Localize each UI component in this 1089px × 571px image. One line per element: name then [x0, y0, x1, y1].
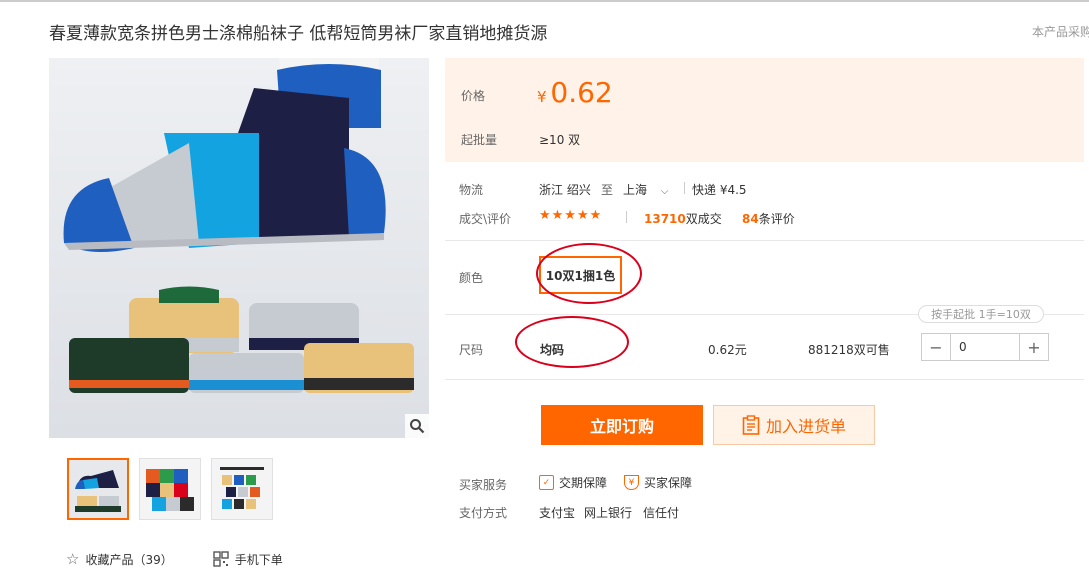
rating-stars-icon: ★★★★★ [539, 208, 603, 223]
quantity-input[interactable] [950, 334, 1020, 360]
delivery-guarantee-label: 交期保障 [559, 476, 608, 490]
currency-symbol: ¥ [537, 88, 547, 106]
ship-to-select[interactable]: 上海 ⌵ [623, 181, 668, 198]
logistics-label: 物流 [459, 183, 484, 197]
review-count-link[interactable]: 84条评价 [742, 210, 795, 227]
main-product-image[interactable] [49, 58, 429, 438]
deals-label: 成交\评价 [459, 212, 512, 226]
services-label: 买家服务 [459, 478, 508, 492]
top-divider [0, 0, 1089, 2]
product-title: 春夏薄款宽条拼色男士涤棉船袜子 低帮短筒男袜厂家直销地摊货源 [49, 24, 548, 44]
separator [626, 211, 627, 223]
payment-credit: 信任付 [643, 506, 680, 520]
divider [445, 240, 1084, 241]
add-to-cart-label: 加入进货单 [765, 417, 846, 436]
delivery-guarantee-icon: ✓ [539, 475, 554, 490]
quantity-stepper: − + [921, 333, 1049, 361]
chevron-down-icon: ⌵ [660, 186, 669, 197]
favorite-label: 收藏产品（39） [85, 552, 173, 567]
sock-photo [49, 58, 429, 438]
increase-button[interactable]: + [1020, 334, 1048, 360]
sold-count: 13710 [644, 212, 686, 226]
buy-now-button[interactable]: 立即订购 [541, 405, 703, 445]
moq-label: 起批量 [461, 133, 498, 147]
buyer-protection[interactable]: ¥ 买家保障 [624, 474, 692, 491]
magnifier-icon [410, 419, 425, 434]
annotation-circle [515, 316, 629, 368]
thumbnail-strip [67, 458, 273, 520]
moq-value: ≥10 双 [539, 133, 581, 147]
size-stock: 881218双可售 [808, 343, 890, 357]
annotation-circle [536, 243, 642, 304]
thumbnail-image [140, 459, 200, 519]
favorite-button[interactable]: ☆ 收藏产品（39） [66, 550, 173, 568]
price-value: ¥ 0.62 [537, 76, 613, 109]
separator [684, 182, 685, 194]
payment-online-bank: 网上银行 [584, 506, 633, 520]
payment-alipay: 支付宝 [539, 506, 576, 520]
thumbnail-1[interactable] [67, 458, 129, 520]
size-label: 尺码 [459, 343, 484, 357]
decrease-button[interactable]: − [922, 334, 950, 360]
ship-to-word: 至 [601, 183, 614, 197]
delivery-guarantee[interactable]: ✓ 交期保障 [539, 474, 607, 491]
zoom-button[interactable] [405, 414, 429, 438]
qr-code-icon [213, 551, 229, 567]
review-unit: 条评价 [758, 212, 795, 226]
size-price: 0.62元 [708, 343, 747, 357]
mobile-order-label: 手机下单 [234, 552, 283, 567]
thumbnail-2[interactable] [139, 458, 201, 520]
payment-label: 支付方式 [459, 506, 508, 520]
mobile-order-button[interactable]: 手机下单 [213, 550, 283, 568]
report-link[interactable]: 本产品采购 [1032, 23, 1089, 40]
sold-count-link[interactable]: 13710双成交 [644, 210, 722, 227]
star-outline-icon: ☆ [66, 550, 80, 568]
thumbnail-image [69, 460, 127, 518]
review-count: 84 [742, 212, 759, 226]
divider [445, 379, 1084, 380]
buyer-protection-label: 买家保障 [644, 476, 693, 490]
ship-to-value: 上海 [623, 183, 648, 197]
shield-icon: ¥ [624, 475, 639, 490]
color-label: 颜色 [459, 271, 484, 285]
shipping-fee: 快递 ¥4.5 [692, 183, 747, 197]
thumbnail-image [212, 459, 272, 519]
price-label: 价格 [461, 89, 486, 103]
ship-from: 浙江 绍兴 [539, 183, 591, 197]
sold-unit: 双成交 [685, 212, 722, 226]
price-number: 0.62 [550, 76, 613, 109]
add-to-cart-button[interactable]: 加入进货单 [713, 405, 875, 445]
thumbnail-3[interactable] [211, 458, 273, 520]
wholesale-hint: 按手起批 1手=10双 [918, 305, 1044, 323]
bottom-actions: ☆ 收藏产品（39） 手机下单 [66, 550, 283, 568]
clipboard-icon [742, 415, 760, 435]
